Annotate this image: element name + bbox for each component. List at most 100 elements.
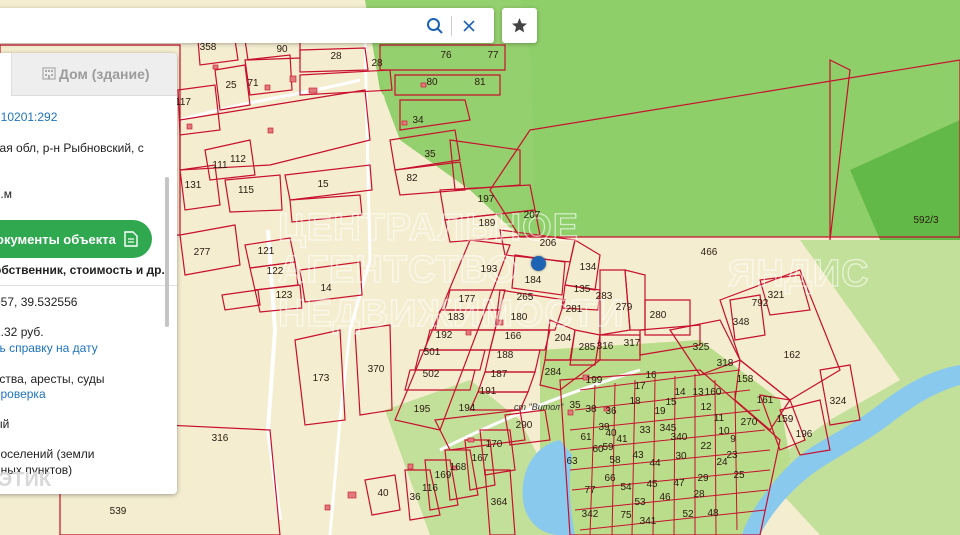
plot-number-label: 10 [718, 426, 730, 437]
plot-number-label: 48 [707, 508, 719, 519]
object-documents-button[interactable]: окументы объекта [0, 220, 152, 258]
plot-number-label: 54 [620, 482, 632, 493]
cost-text: 2.32 руб. [0, 325, 44, 339]
plot-number-label: 63 [566, 456, 578, 467]
plot-number-label: 76 [440, 50, 452, 61]
status-text: ый [0, 417, 10, 431]
plot-number-label: 75 [620, 510, 632, 521]
plot-number-label: 166 [505, 331, 522, 342]
plot-number-label: 316 [212, 433, 229, 444]
tab-building-label: Дом (здание) [59, 66, 150, 82]
cost-certificate-link[interactable]: ть справку на дату [0, 341, 98, 355]
location-marker[interactable] [531, 256, 546, 271]
divider [0, 285, 177, 286]
panel-scrollbar[interactable] [165, 177, 169, 327]
plot-number-label: 193 [481, 264, 498, 275]
plot-number-label: 342 [582, 509, 599, 520]
plot-number-label: 29 [697, 473, 709, 484]
plot-number-label: 158 [737, 374, 754, 385]
plot-number-label: 71 [247, 78, 259, 89]
plot-number-label: 44 [649, 458, 661, 469]
plot-number-label: 19 [654, 406, 666, 417]
plot-number-label: 341 [640, 516, 657, 527]
plot-number-label: 207 [524, 210, 541, 221]
plot-number-label: 121 [258, 246, 275, 257]
plot-number-label: 9 [730, 434, 736, 445]
plot-number-label: 13 [692, 387, 704, 398]
plot-number-label: 325 [693, 342, 710, 353]
search-icon[interactable] [424, 15, 446, 37]
plot-number-label: 290 [516, 420, 533, 431]
plot-number-label: 539 [110, 506, 127, 517]
plot-number-label: 173 [313, 373, 330, 384]
plot-number-label: 41 [616, 434, 628, 445]
plot-number-label: 364 [491, 497, 508, 508]
plot-number-label: 177 [459, 294, 476, 305]
object-documents-label: окументы объекта [0, 232, 116, 247]
plot-number-label: 270 [741, 417, 758, 428]
plot-number-label: 35 [569, 400, 581, 411]
search-input[interactable] [4, 14, 408, 38]
plot-number-label: 283 [596, 291, 613, 302]
plot-number-label: 53 [634, 497, 646, 508]
plot-number-label: 199 [586, 375, 603, 386]
plot-number-label: 81 [474, 77, 486, 88]
plot-number-label: 280 [650, 310, 667, 321]
tab-building[interactable]: Дом (здание) [11, 53, 177, 96]
plot-number-label: 14 [320, 283, 332, 294]
cadastral-number-link[interactable]: 610201:292 [0, 110, 57, 124]
plot-number-label: 28 [693, 489, 705, 500]
plot-number-label: 281 [566, 304, 583, 315]
plot-number-label: 162 [784, 350, 801, 361]
plot-number-label: 46 [659, 492, 671, 503]
plot-number-label: 318 [717, 358, 734, 369]
plot-number-label: 285 [579, 342, 596, 353]
area-text: в.м [0, 187, 12, 201]
plot-number-label: 36 [605, 406, 617, 417]
plot-number-label: 52 [682, 509, 694, 520]
plot-number-label: 316 [597, 341, 614, 352]
plot-number-label: 116 [422, 483, 438, 494]
plot-number-label: 321 [768, 290, 785, 301]
plot-number-label: 340 [671, 432, 688, 443]
plot-number-label: 501 [424, 347, 441, 358]
plot-number-label: 196 [796, 429, 813, 440]
plot-number-label: 15 [317, 179, 329, 190]
plot-number-label: 35 [424, 149, 436, 160]
search-divider [451, 16, 452, 36]
plot-number-label: 204 [555, 333, 572, 344]
plot-number-label: 284 [545, 367, 562, 378]
plot-number-label: 15 [665, 397, 677, 408]
close-icon[interactable] [458, 15, 480, 37]
plot-number-label: 43 [632, 450, 644, 461]
plot-number-label: 195 [414, 404, 431, 415]
document-icon [124, 231, 138, 247]
plot-number-label: 161 [757, 395, 774, 406]
plot-number-label: 22 [700, 441, 712, 452]
plot-number-label: 188 [497, 350, 514, 361]
tab-land-plot[interactable] [0, 53, 11, 95]
plot-number-label: 191 [480, 386, 497, 397]
plot-number-label: 792 [752, 298, 769, 309]
plot-number-label: 80 [426, 77, 438, 88]
plot-number-label: 18 [629, 396, 641, 407]
plot-number-label: 187 [491, 369, 508, 380]
plot-number-label: 28 [330, 51, 342, 62]
plot-number-label: 134 [580, 262, 597, 273]
plot-number-label: 33 [639, 425, 651, 436]
documents-caption: обственник, стоимость и др. [0, 263, 165, 277]
plot-number-label: 112 [230, 154, 246, 165]
plot-number-label: 23 [726, 450, 738, 461]
check-link[interactable]: проверка [0, 387, 46, 401]
plot-number-label: 192 [436, 330, 453, 341]
plot-number-label: 592/3 [913, 215, 938, 226]
plot-number-label: 168 [450, 462, 467, 473]
favorite-button[interactable] [502, 8, 537, 43]
plot-number-label: 317 [624, 338, 641, 349]
plot-number-label: 47 [673, 478, 685, 489]
plot-number-label: 265 [517, 292, 534, 303]
plot-number-label: 16 [645, 370, 657, 381]
plot-number-label: 466 [701, 247, 718, 258]
plot-number-label: 90 [276, 44, 288, 55]
panel-tabs: Дом (здание) [0, 53, 177, 96]
